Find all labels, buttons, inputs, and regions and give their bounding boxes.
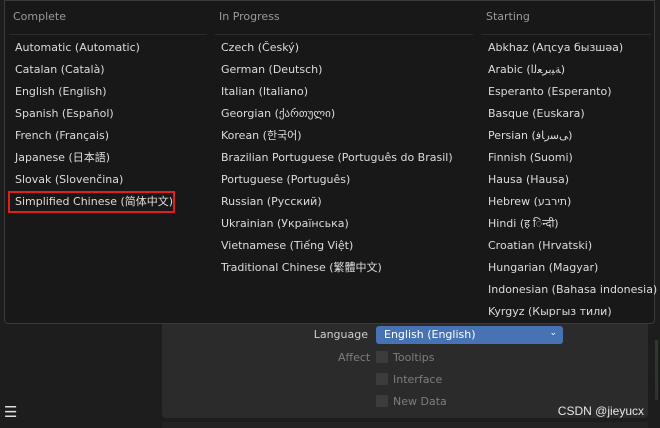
menu-item-italian[interactable]: Italian (Italiano)	[221, 83, 308, 101]
menu-item-portuguese[interactable]: Portuguese (Português)	[221, 171, 350, 189]
menu-item-russian[interactable]: Russian (Русский)	[221, 193, 322, 211]
menu-item-hausa[interactable]: Hausa (Hausa)	[488, 171, 569, 189]
menu-item-arabic[interactable]: Arabic (ﺔﻴﺑﺮﻌﻟﺍ)	[488, 61, 565, 79]
checkbox-icon	[376, 373, 388, 385]
watermark: CSDN @jieyucx	[557, 404, 644, 418]
chevron-down-icon: ⌄	[549, 328, 557, 338]
menu-item-indonesian[interactable]: Indonesian (Bahasa indonesia)	[488, 281, 657, 299]
highlight-box	[8, 191, 175, 213]
new-data-label: New Data	[393, 395, 447, 408]
menu-item-brazilian-portuguese[interactable]: Brazilian Portuguese (Português do Brasi…	[221, 149, 453, 167]
separator	[481, 34, 651, 35]
menu-item-german[interactable]: German (Deutsch)	[221, 61, 322, 79]
column-header-starting: Starting	[486, 10, 530, 23]
menu-item-vietnamese[interactable]: Vietnamese (Tiếng Việt)	[221, 237, 353, 255]
edge-decoration	[655, 340, 658, 400]
menu-item-basque[interactable]: Basque (Euskara)	[488, 105, 585, 123]
language-menu-popup: Complete In Progress Starting Automatic …	[4, 0, 657, 324]
menu-item-slovak[interactable]: Slovak (Slovenčina)	[15, 171, 123, 189]
language-dropdown[interactable]: English (English) ⌄	[376, 326, 563, 344]
menu-item-czech[interactable]: Czech (Český)	[221, 39, 299, 57]
checkbox-icon	[376, 395, 388, 407]
tooltips-label: Tooltips	[393, 351, 435, 364]
menu-item-english[interactable]: English (English)	[15, 83, 107, 101]
menu-item-hungarian[interactable]: Hungarian (Magyar)	[488, 259, 598, 277]
menu-item-finnish[interactable]: Finnish (Suomi)	[488, 149, 573, 167]
menu-item-korean[interactable]: Korean (한국어)	[221, 127, 302, 145]
menu-item-esperanto[interactable]: Esperanto (Esperanto)	[488, 83, 612, 101]
language-label: Language	[313, 328, 368, 341]
menu-item-kyrgyz[interactable]: Kyrgyz (Кыргыз тили)	[488, 303, 612, 321]
menu-item-georgian[interactable]: Georgian (ქართული)	[221, 105, 335, 123]
menu-item-ukrainian[interactable]: Ukrainian (Українська)	[221, 215, 349, 233]
checkbox-icon	[376, 351, 388, 363]
column-header-in-progress: In Progress	[219, 10, 280, 23]
menu-item-french[interactable]: French (Français)	[15, 127, 109, 145]
affect-label: Affect	[338, 351, 371, 364]
language-dropdown-value: English (English)	[384, 328, 476, 341]
menu-item-automatic[interactable]: Automatic (Automatic)	[15, 39, 140, 57]
panel-strip	[162, 422, 648, 428]
menu-item-catalan[interactable]: Catalan (Català)	[15, 61, 105, 79]
language-row: Language English (English) ⌄	[162, 325, 648, 345]
separator	[9, 34, 207, 35]
hamburger-menu-icon[interactable]: ☰	[4, 404, 20, 420]
menu-item-hindi[interactable]: Hindi (ह िन्दी)	[488, 215, 559, 233]
menu-item-persian[interactable]: Persian (ﯽﺳﺭﺎﻓ)	[488, 127, 572, 145]
menu-item-spanish[interactable]: Spanish (Español)	[15, 105, 114, 123]
menu-item-traditional-chinese[interactable]: Traditional Chinese (繁體中文)	[221, 259, 382, 277]
column-header-complete: Complete	[13, 10, 67, 23]
menu-item-croatian[interactable]: Croatian (Hrvatski)	[488, 237, 592, 255]
interface-label: Interface	[393, 373, 443, 386]
menu-item-hebrew[interactable]: Hebrew (תירבע)	[488, 193, 571, 211]
menu-item-abkhaz[interactable]: Abkhaz (Аԥсуа бызшәа)	[488, 39, 623, 57]
menu-item-japanese[interactable]: Japanese (日本語)	[15, 149, 110, 167]
separator	[215, 34, 473, 35]
